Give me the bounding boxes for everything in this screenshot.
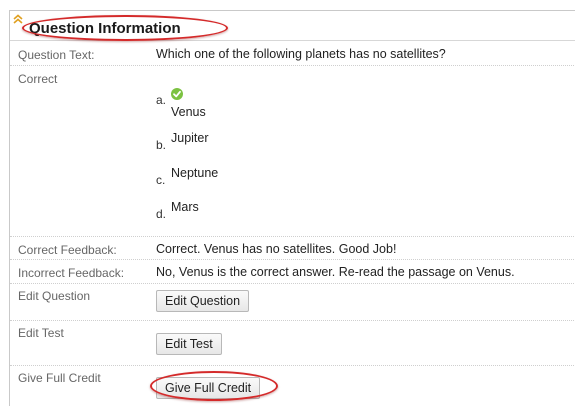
question-text-label: Question Text:	[18, 48, 95, 62]
full-credit-label: Give Full Credit	[18, 371, 101, 385]
section-title: Question Information	[29, 20, 181, 37]
edit-test-row: Edit Test Edit Test	[10, 322, 575, 366]
edit-question-label: Edit Question	[18, 289, 91, 303]
answer-text: Neptune	[171, 166, 219, 180]
edit-test-button[interactable]: Edit Test	[156, 333, 222, 355]
correct-feedback-label: Correct Feedback:	[18, 243, 117, 257]
answer-text: Jupiter	[171, 131, 209, 145]
answer-letter: a.	[156, 93, 167, 107]
check-circle-icon	[171, 88, 183, 100]
give-full-credit-button[interactable]: Give Full Credit	[156, 377, 261, 399]
edit-question-button[interactable]: Edit Question	[156, 290, 250, 312]
double-chevron-up-icon[interactable]	[13, 14, 23, 24]
incorrect-feedback-row: Incorrect Feedback: No, Venus is the cor…	[10, 261, 575, 284]
full-credit-row: Give Full Credit Give Full Credit	[10, 367, 575, 407]
correct-feedback-value: Correct. Venus has no satellites. Good J…	[156, 242, 397, 256]
correct-label: Correct	[18, 72, 58, 86]
incorrect-feedback-value: No, Venus is the correct answer. Re-read…	[156, 265, 515, 279]
answer-letter: b.	[156, 138, 167, 152]
correct-feedback-row: Correct Feedback: Correct. Venus has no …	[10, 238, 575, 260]
correct-answers-row: Correct a. Venus b. Jupiter c. Neptune d…	[10, 67, 575, 237]
answer-letter: c.	[156, 173, 166, 187]
answer-letter: d.	[156, 207, 167, 221]
section-header: Question Information	[10, 11, 575, 41]
edit-test-label: Edit Test	[18, 326, 64, 340]
question-text-row: Question Text: Which one of the followin…	[10, 42, 575, 66]
question-information-panel: Question Information Question Text: Whic…	[9, 10, 575, 406]
answer-text: Mars	[171, 200, 199, 214]
answer-text: Venus	[171, 105, 206, 119]
question-text-value: Which one of the following planets has n…	[156, 47, 446, 61]
edit-question-row: Edit Question Edit Question	[10, 285, 575, 321]
incorrect-feedback-label: Incorrect Feedback:	[18, 266, 125, 280]
